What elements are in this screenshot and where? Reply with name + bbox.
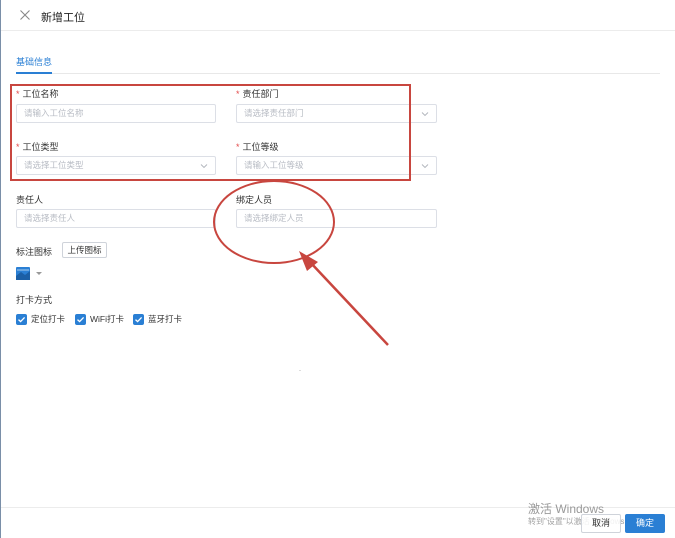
divider-dot (299, 370, 301, 371)
confirm-button[interactable]: 确定 (625, 514, 665, 533)
cancel-button[interactable]: 取消 (581, 514, 621, 533)
annotation-arrow (299, 251, 389, 346)
